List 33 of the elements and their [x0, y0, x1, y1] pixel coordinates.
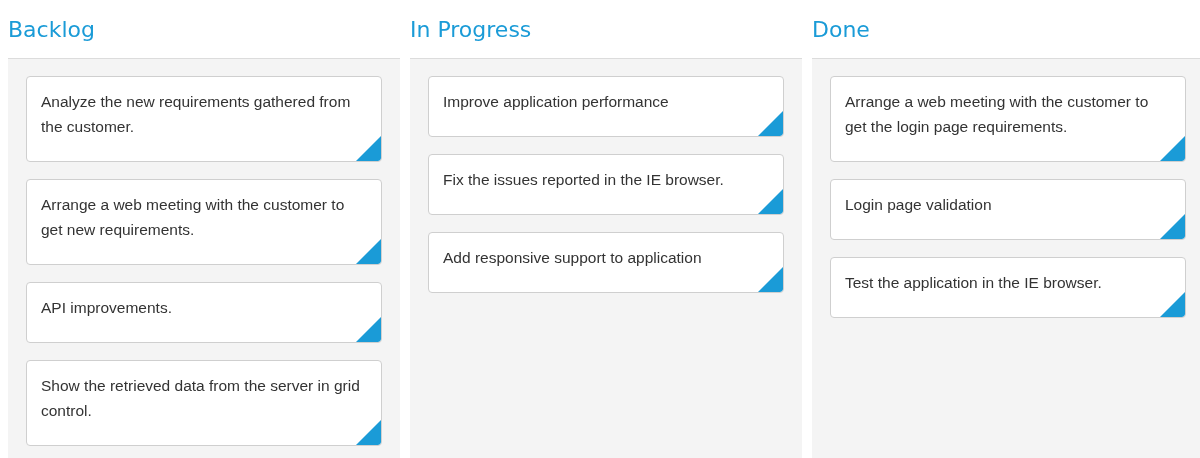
- corner-triangle-icon: [1160, 292, 1185, 317]
- card-text: Arrange a web meeting with the customer to get new requirements.: [41, 195, 346, 240]
- corner-triangle-icon: [758, 267, 783, 292]
- task-card[interactable]: Arrange a web meeting with the customer to get new requirements.: [26, 179, 382, 265]
- task-card[interactable]: Add responsive support to application: [428, 232, 784, 293]
- task-card[interactable]: Analyze the new requirements gathered from the customer.: [26, 76, 382, 162]
- column-title: In Progress: [410, 16, 532, 42]
- corner-triangle-icon: [356, 136, 381, 161]
- column-title: Done: [812, 16, 870, 42]
- card-text: Show the retrieved data from the server in grid control.: [41, 376, 361, 421]
- corner-triangle-icon: [356, 239, 381, 264]
- card-text: API improvements.: [41, 298, 173, 318]
- card-text: Analyze the new requirements gathered from the customer.: [41, 92, 352, 137]
- corner-triangle-icon: [1160, 214, 1185, 239]
- task-card[interactable]: Show the retrieved data from the server in grid control.: [26, 360, 382, 446]
- card-text: Add responsive support to application: [443, 248, 703, 268]
- corner-triangle-icon: [758, 189, 783, 214]
- task-card[interactable]: API improvements.: [26, 282, 382, 343]
- corner-triangle-icon: [356, 420, 381, 445]
- corner-triangle-icon: [1160, 136, 1185, 161]
- card-text: Login page validation: [845, 195, 993, 215]
- task-card[interactable]: Fix the issues reported in the IE browser.: [428, 154, 784, 215]
- card-text: Arrange a web meeting with the customer to get the login page requirements.: [845, 92, 1150, 137]
- task-card[interactable]: Test the application in the IE browser.: [830, 257, 1186, 318]
- card-text: Improve application performance: [443, 92, 670, 112]
- card-text: Test the application in the IE browser.: [845, 273, 1103, 293]
- corner-triangle-icon: [356, 317, 381, 342]
- column-title: Backlog: [8, 16, 95, 42]
- corner-triangle-icon: [758, 111, 783, 136]
- task-card[interactable]: Login page validation: [830, 179, 1186, 240]
- task-card[interactable]: Arrange a web meeting with the customer to get the login page requirements.: [830, 76, 1186, 162]
- card-text: Fix the issues reported in the IE browser.: [443, 170, 725, 190]
- task-card[interactable]: Improve application performance: [428, 76, 784, 137]
